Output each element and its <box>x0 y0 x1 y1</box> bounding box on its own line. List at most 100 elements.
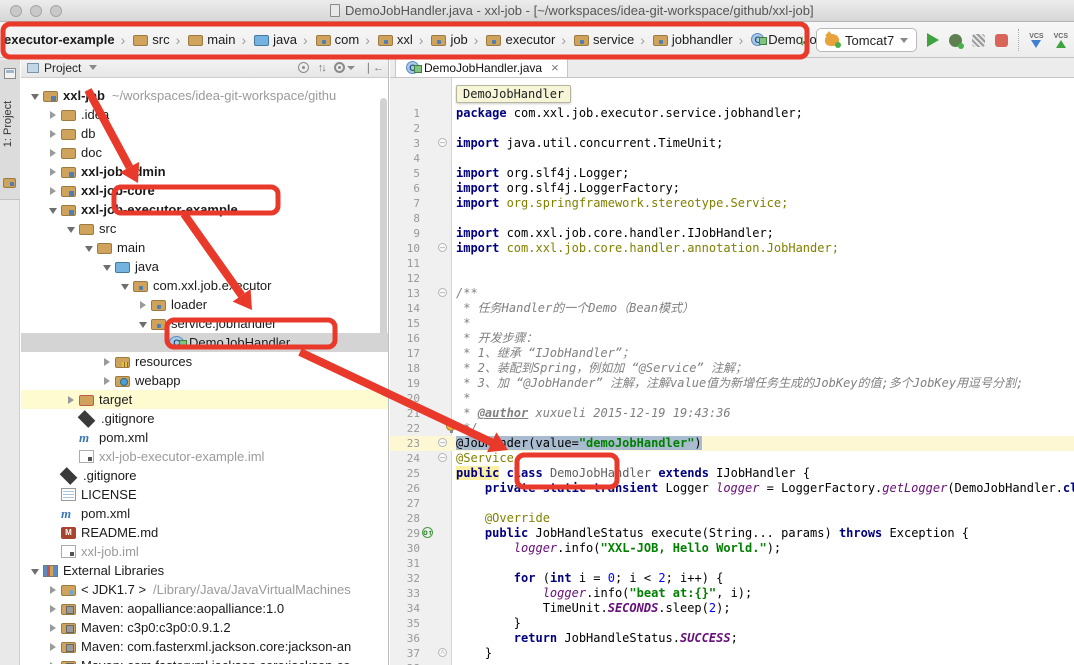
run-configuration-select[interactable]: Tomcat7 <box>816 28 917 52</box>
overriding-method-icon[interactable]: o↑ <box>422 527 433 538</box>
run-button[interactable] <box>927 33 939 47</box>
editor-tab-demojobhandler[interactable]: C DemoJobHandler.java × <box>395 57 568 77</box>
collapsed-arrow-icon[interactable] <box>47 582 59 597</box>
tree-row-maven-com-fasterxml-jackson-core-jackson-co[interactable]: Maven: com.fasterxml.jackson.core:jackso… <box>21 656 388 664</box>
collapsed-arrow-icon[interactable] <box>47 658 59 664</box>
tree-row-pom-xml[interactable]: mpom.xml <box>21 428 388 447</box>
project-tool-window-tab[interactable]: 1: Project <box>0 60 20 200</box>
tree-row-pom-xml[interactable]: mpom.xml <box>21 504 388 523</box>
tree-row-main[interactable]: main <box>21 238 388 257</box>
code-token: Logger <box>658 481 716 495</box>
tree-row-maven-aopalliance-aopalliance-1-0[interactable]: Maven: aopalliance:aopalliance:1.0 <box>21 599 388 618</box>
traffic-lights[interactable] <box>10 5 62 17</box>
collapsed-arrow-icon[interactable] <box>101 354 113 369</box>
tree-row-maven-c3p0-c3p0-0-9-1-2[interactable]: Maven: c3p0:c3p0:0.9.1.2 <box>21 618 388 637</box>
tree-row-loader[interactable]: loader <box>21 295 388 314</box>
tree-row-db[interactable]: db <box>21 124 388 143</box>
tree-row-label: xxl-job-executor-example <box>81 202 238 217</box>
expanded-arrow-icon[interactable] <box>101 259 113 274</box>
project-view-chevron-icon[interactable] <box>89 65 97 70</box>
hide-panel-icon[interactable]: ❘← <box>364 61 384 74</box>
collapsed-arrow-icon[interactable] <box>47 126 59 141</box>
zoom-window-button[interactable] <box>50 5 62 17</box>
editor-area[interactable]: C DemoJobHandler.java × 1package com.xxl… <box>390 58 1074 665</box>
collapsed-arrow-icon[interactable] <box>47 601 59 616</box>
tree-row-readme-md[interactable]: MREADME.md <box>21 523 388 542</box>
breadcrumb-item-main[interactable]: main <box>184 30 237 49</box>
breadcrumb-item-jobhandler[interactable]: jobhandler <box>649 30 735 49</box>
collapsed-arrow-icon[interactable] <box>101 373 113 388</box>
tree-row-external-libraries[interactable]: External Libraries <box>21 561 388 580</box>
breadcrumb-item-src[interactable]: src <box>129 30 171 49</box>
stop-button[interactable] <box>995 34 1008 47</box>
tree-row-resources[interactable]: resources <box>21 352 388 371</box>
tree-row-xxl-job-core[interactable]: xxl-job-core <box>21 181 388 200</box>
tree-row-java[interactable]: java <box>21 257 388 276</box>
fold-marker-icon[interactable]: – <box>438 453 447 462</box>
fold-marker-icon[interactable]: – <box>438 288 447 297</box>
tree-row-xxl-job-iml[interactable]: xxl-job.iml <box>21 542 388 561</box>
breadcrumb-item-xxl[interactable]: xxl <box>374 30 415 49</box>
collapsed-arrow-icon[interactable] <box>47 145 59 160</box>
tree-row-xxl-job-admin[interactable]: xxl-job-admin <box>21 162 388 181</box>
fold-marker-icon[interactable]: – <box>438 138 447 147</box>
breadcrumb-item-job[interactable]: job <box>427 30 469 49</box>
collapsed-arrow-icon[interactable] <box>137 297 149 312</box>
coverage-button[interactable] <box>972 34 985 47</box>
debug-button[interactable] <box>949 34 962 47</box>
expanded-arrow-icon[interactable] <box>119 278 131 293</box>
vcs-commit-button[interactable]: VCS <box>1054 33 1068 48</box>
tree-row-xxl-job[interactable]: xxl-job~/workspaces/idea-git-workspace/g… <box>21 86 388 105</box>
tree-row-service-jobhandler[interactable]: service.jobhandler <box>21 314 388 333</box>
tree-row-demojobhandler[interactable]: CDemoJobHandler <box>21 333 388 352</box>
vcs-update-button[interactable]: VCS <box>1029 33 1043 48</box>
collapsed-arrow-icon[interactable] <box>47 183 59 198</box>
fold-marker-icon[interactable]: – <box>438 243 447 252</box>
tree-row-xxl-job-executor-example[interactable]: xxl-job-executor-example <box>21 200 388 219</box>
tree-row-src[interactable]: src <box>21 219 388 238</box>
expanded-arrow-icon[interactable] <box>29 88 41 103</box>
expanded-arrow-icon[interactable] <box>65 221 77 236</box>
tree-row--idea[interactable]: .idea <box>21 105 388 124</box>
collapsed-arrow-icon[interactable] <box>47 620 59 635</box>
breadcrumb-item-com[interactable]: com <box>312 30 362 49</box>
fold-marker-icon[interactable]: ˄ <box>438 648 447 657</box>
breadcrumb-item-service[interactable]: service <box>570 30 636 49</box>
expanded-arrow-icon[interactable] <box>83 240 95 255</box>
tree-row-doc[interactable]: doc <box>21 143 388 162</box>
collapsed-arrow-icon[interactable] <box>47 164 59 179</box>
locate-icon[interactable] <box>298 62 309 73</box>
expanded-arrow-icon[interactable] <box>47 202 59 217</box>
tree-row-xxl-job-executor-example-iml[interactable]: xxl-job-executor-example.iml <box>21 447 388 466</box>
close-window-button[interactable] <box>10 5 22 17</box>
collapsed-arrow-icon[interactable] <box>47 639 59 654</box>
collapse-all-icon[interactable]: ↑↓ <box>318 62 325 74</box>
navigate-down-icon[interactable]: ↓ <box>799 32 807 49</box>
collapsed-arrow-icon[interactable] <box>47 107 59 122</box>
tree-row-maven-com-fasterxml-jackson-core-jackson-an[interactable]: Maven: com.fasterxml.jackson.core:jackso… <box>21 637 388 656</box>
breadcrumb-item-executor[interactable]: executor <box>482 30 557 49</box>
expanded-arrow-icon[interactable] <box>29 563 41 578</box>
tree-row-webapp[interactable]: webapp <box>21 371 388 390</box>
code-token: * <box>456 406 478 420</box>
editor-body[interactable]: 1package com.xxl.job.executor.service.jo… <box>390 78 1074 665</box>
code-view[interactable]: 1package com.xxl.job.executor.service.jo… <box>390 106 1074 665</box>
expanded-arrow-icon[interactable] <box>137 316 149 331</box>
line-number: 25 <box>390 466 420 481</box>
tree-row-license[interactable]: LICENSE <box>21 485 388 504</box>
close-tab-icon[interactable]: × <box>551 60 559 75</box>
breadcrumb-item-java[interactable]: java <box>250 30 299 49</box>
minimize-window-button[interactable] <box>30 5 42 17</box>
tree-row-com-xxl-job-executor[interactable]: com.xxl.job.executor <box>21 276 388 295</box>
fold-marker-icon[interactable]: – <box>438 438 447 447</box>
breadcrumb-item-executor-example[interactable]: executor-example <box>2 30 117 49</box>
tree-row-target[interactable]: target <box>21 390 388 409</box>
collapsed-arrow-icon[interactable] <box>65 392 77 407</box>
tree-row--jdk1-7-[interactable]: < JDK1.7 >/Library/Java/JavaVirtualMachi… <box>21 580 388 599</box>
settings-button[interactable] <box>334 62 355 73</box>
code-token: */ <box>456 421 478 435</box>
project-panel-title[interactable]: Project <box>44 61 81 75</box>
tree-row--gitignore[interactable]: .gitignore <box>21 409 388 428</box>
intention-bulb-icon[interactable] <box>446 421 456 431</box>
tree-row--gitignore[interactable]: .gitignore <box>21 466 388 485</box>
